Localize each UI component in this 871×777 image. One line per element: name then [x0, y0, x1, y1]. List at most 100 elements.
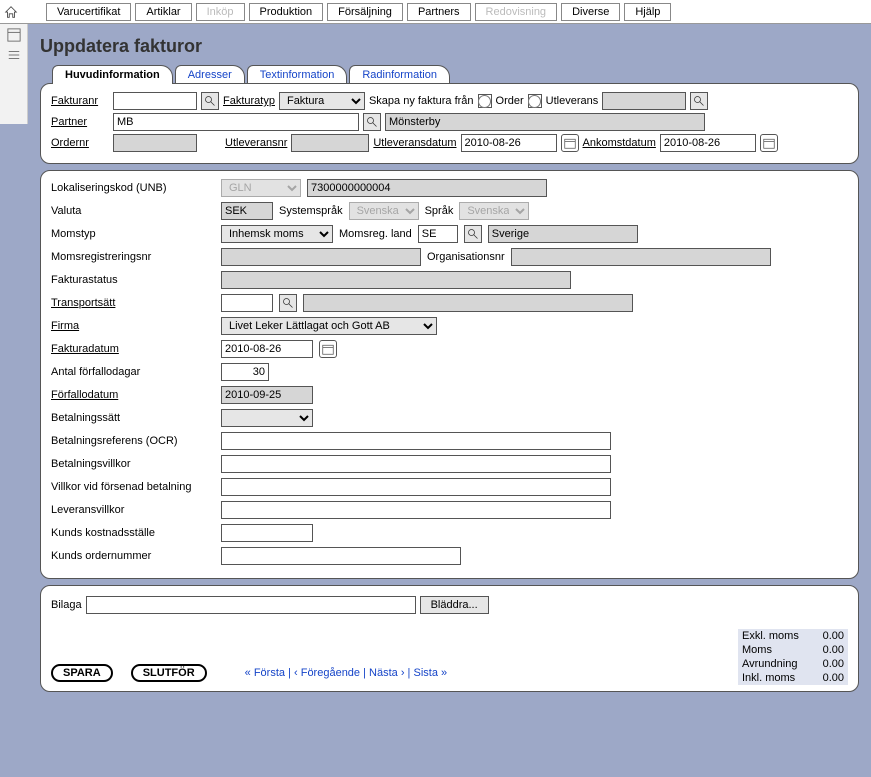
pager-next[interactable]: Nästa ›	[369, 667, 404, 679]
order-radio[interactable]	[478, 95, 491, 108]
skapa-label: Skapa ny faktura från	[369, 95, 474, 107]
skapa-search-icon[interactable]	[690, 92, 708, 110]
orgnr-input	[511, 248, 771, 266]
kostnad-label: Kunds kostnadsställe	[51, 527, 215, 539]
fakturanr-input[interactable]	[113, 92, 197, 110]
nav-diverse[interactable]: Diverse	[561, 3, 620, 21]
levvillkor-input[interactable]	[221, 501, 611, 519]
momsregnr-input	[221, 248, 421, 266]
fakturanr-search-icon[interactable]	[201, 92, 219, 110]
order-label: Order	[496, 95, 524, 107]
momsreg-label: Momsreg. land	[339, 228, 412, 240]
nav-produktion[interactable]: Produktion	[249, 3, 324, 21]
tab-radinformation[interactable]: Radinformation	[349, 65, 450, 84]
tab-textinformation[interactable]: Textinformation	[247, 65, 348, 84]
totals: Exkl. moms0.00 Moms0.00 Avrundning0.00 I…	[738, 629, 848, 685]
utleveransnr-input	[291, 134, 369, 152]
momstyp-select[interactable]: Inhemsk moms	[221, 225, 333, 243]
fakturadatum-input[interactable]	[221, 340, 313, 358]
partner-code-input[interactable]	[113, 113, 359, 131]
fakturatyp-select[interactable]: Faktura	[279, 92, 365, 110]
betalsatt-label: Betalningssätt	[51, 412, 215, 424]
transport-label: Transportsätt	[51, 297, 215, 309]
forsenad-input[interactable]	[221, 478, 611, 496]
browse-button[interactable]: Bläddra...	[420, 596, 489, 614]
content-area: Uppdatera fakturor Huvudinformation Adre…	[28, 24, 871, 777]
forsenad-label: Villkor vid försenad betalning	[51, 481, 215, 493]
spara-button[interactable]: SPARA	[51, 664, 113, 682]
ankomstdatum-label: Ankomstdatum	[583, 137, 656, 149]
orgnr-label: Organisationsnr	[427, 251, 505, 263]
nav-varucertifikat[interactable]: Varucertifikat	[46, 3, 131, 21]
left-rail	[0, 24, 28, 124]
betalvillkor-label: Betalningsvillkor	[51, 458, 215, 470]
lokal-label: Lokaliseringskod (UNB)	[51, 182, 215, 194]
nav-hjalp[interactable]: Hjälp	[624, 3, 671, 21]
tab-huvudinformation[interactable]: Huvudinformation	[52, 65, 173, 84]
utleveransdatum-calendar-icon[interactable]	[561, 134, 579, 152]
ordernum-input[interactable]	[221, 547, 461, 565]
utleveransnr-label: Utleveransnr	[225, 137, 287, 149]
betalvillkor-input[interactable]	[221, 455, 611, 473]
page-title: Uppdatera fakturor	[40, 36, 859, 57]
forfallo-input	[221, 386, 313, 404]
sprak-label: Språk	[425, 205, 454, 217]
pager-last[interactable]: Sista »	[413, 667, 447, 679]
antal-label: Antal förfallodagar	[51, 366, 215, 378]
valuta-label: Valuta	[51, 205, 215, 217]
pager-prev[interactable]: ‹ Föregående	[294, 667, 360, 679]
systemsprak-label: Systemspråk	[279, 205, 343, 217]
totals-avrundning: Avrundning0.00	[738, 657, 848, 671]
ocr-input[interactable]	[221, 432, 611, 450]
transport-code-input[interactable]	[221, 294, 273, 312]
nav-partners[interactable]: Partners	[407, 3, 471, 21]
firma-select[interactable]: Livet Leker Lättlagat och Gott AB	[221, 317, 437, 335]
lokal-type-select: GLN	[221, 179, 301, 197]
nav-inkop: Inköp	[196, 3, 245, 21]
momsreg-code-input[interactable]	[418, 225, 458, 243]
fakturadatum-calendar-icon[interactable]	[319, 340, 337, 358]
fakturanr-label: Fakturanr	[51, 95, 109, 107]
antal-input[interactable]	[221, 363, 269, 381]
momsreg-name-display	[488, 225, 638, 243]
transport-name-display	[303, 294, 633, 312]
list-icon[interactable]	[7, 48, 21, 62]
partner-name-display	[385, 113, 705, 131]
nav-artiklar[interactable]: Artiklar	[135, 3, 191, 21]
ordernum-label: Kunds ordernummer	[51, 550, 215, 562]
slutfor-button[interactable]: SLUTFÖR	[131, 664, 207, 682]
ankomstdatum-calendar-icon[interactable]	[760, 134, 778, 152]
totals-inkl: Inkl. moms0.00	[738, 671, 848, 685]
ankomstdatum-input[interactable]	[660, 134, 756, 152]
pager-first[interactable]: « Första	[245, 667, 285, 679]
lokal-val-input	[307, 179, 547, 197]
window-icon[interactable]	[7, 28, 21, 42]
tab-adresser[interactable]: Adresser	[175, 65, 245, 84]
utleveransdatum-input[interactable]	[461, 134, 557, 152]
utleverans-label: Utleverans	[546, 95, 599, 107]
totals-moms: Moms0.00	[738, 643, 848, 657]
utleverans-radio[interactable]	[528, 95, 541, 108]
bilaga-input[interactable]	[86, 596, 416, 614]
nav-redovisning: Redovisning	[475, 3, 558, 21]
transport-search-icon[interactable]	[279, 294, 297, 312]
partner-label: Partner	[51, 116, 109, 128]
pager: « Första | ‹ Föregående | Nästa › | Sist…	[245, 667, 447, 679]
partner-search-icon[interactable]	[363, 113, 381, 131]
kostnad-input[interactable]	[221, 524, 313, 542]
panel-form: Lokaliseringskod (UNB) GLN Valuta System…	[40, 170, 859, 579]
ordernr-input	[113, 134, 197, 152]
topbar: Varucertifikat Artiklar Inköp Produktion…	[0, 0, 871, 24]
home-icon[interactable]	[4, 5, 18, 19]
momsreg-search-icon[interactable]	[464, 225, 482, 243]
momstyp-label: Momstyp	[51, 228, 215, 240]
levvillkor-label: Leveransvillkor	[51, 504, 215, 516]
panel-footer: Bilaga Bläddra... SPARA SLUTFÖR « Första…	[40, 585, 859, 692]
betalsatt-select[interactable]	[221, 409, 313, 427]
fakturastatus-input	[221, 271, 571, 289]
fakturadatum-label: Fakturadatum	[51, 343, 215, 355]
nav-forsaljning[interactable]: Försäljning	[327, 3, 403, 21]
momsregnr-label: Momsregistreringsnr	[51, 251, 215, 263]
fakturatyp-label: Fakturatyp	[223, 95, 275, 107]
ordernr-label: Ordernr	[51, 137, 109, 149]
